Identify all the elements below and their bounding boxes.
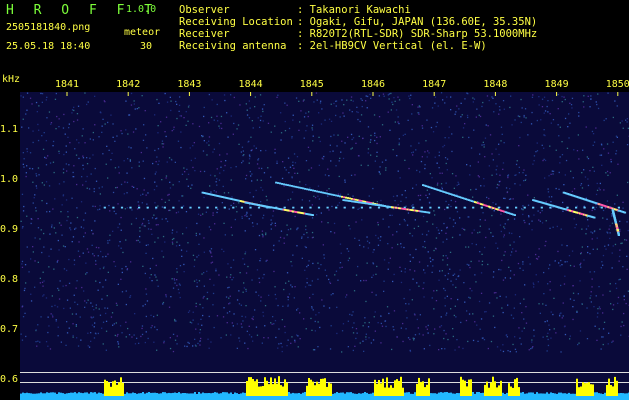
meteor-trace	[562, 191, 627, 214]
y-tick-label: 1.1	[0, 124, 19, 135]
spectrogram	[20, 92, 629, 400]
antenna-value: : 2el-HB9CV Vertical (el. E-W)	[297, 40, 487, 52]
antenna-label: Receiving antenna	[179, 40, 287, 52]
location-value: : Ogaki, Gifu, JAPAN (136.60E, 35.35N)	[297, 16, 538, 28]
y-axis-unit: kHz	[2, 74, 21, 85]
x-tick-label: 1845	[299, 79, 324, 90]
meteor-trace	[422, 184, 516, 216]
x-tick-label: 1841	[54, 79, 80, 90]
meteor-trace	[103, 206, 620, 209]
x-tick-label: 1843	[177, 79, 202, 90]
observer-label: Observer	[179, 4, 230, 16]
x-tick-label: 1842	[116, 79, 141, 90]
observer-value: : Takanori Kawachi	[297, 4, 411, 16]
app-version: 1.0.0	[126, 4, 157, 15]
activity-bars	[20, 376, 629, 400]
meteor-count: 30	[140, 41, 153, 52]
x-tick-label: 1844	[238, 79, 263, 90]
receiver-label: Receiver	[179, 28, 230, 40]
datetime: 25.05.18 18:40	[6, 41, 91, 52]
meteor-label: meteor	[124, 27, 161, 38]
receiver-value: : R820T2(RTL-SDR) SDR-Sharp 53.1000MHz	[297, 28, 538, 40]
spectrogram-canvas	[20, 92, 629, 400]
y-tick-label: 0.8	[0, 274, 19, 285]
y-tick-label: 0.6	[0, 374, 19, 385]
x-tick-label: 1847	[422, 79, 447, 90]
y-tick-label: 0.7	[0, 324, 19, 335]
y-tick-label: 0.9	[0, 224, 19, 235]
noise-field	[20, 92, 629, 353]
meteor-trace	[342, 199, 431, 214]
x-tick-label: 1849	[544, 79, 569, 90]
y-tick-label: 1.0	[0, 174, 19, 185]
header: H R O F F T 1.0.0 2505181840.png 25.05.1…	[0, 0, 629, 76]
meteor-trace	[532, 199, 596, 219]
x-tick-label: 1846	[360, 79, 386, 90]
file-name: 2505181840.png	[6, 22, 91, 33]
x-tick-label: 1850	[605, 79, 629, 90]
x-tick-label: 1848	[483, 79, 508, 90]
location-label: Receiving Location	[179, 16, 293, 28]
meteor-trace	[244, 201, 314, 216]
